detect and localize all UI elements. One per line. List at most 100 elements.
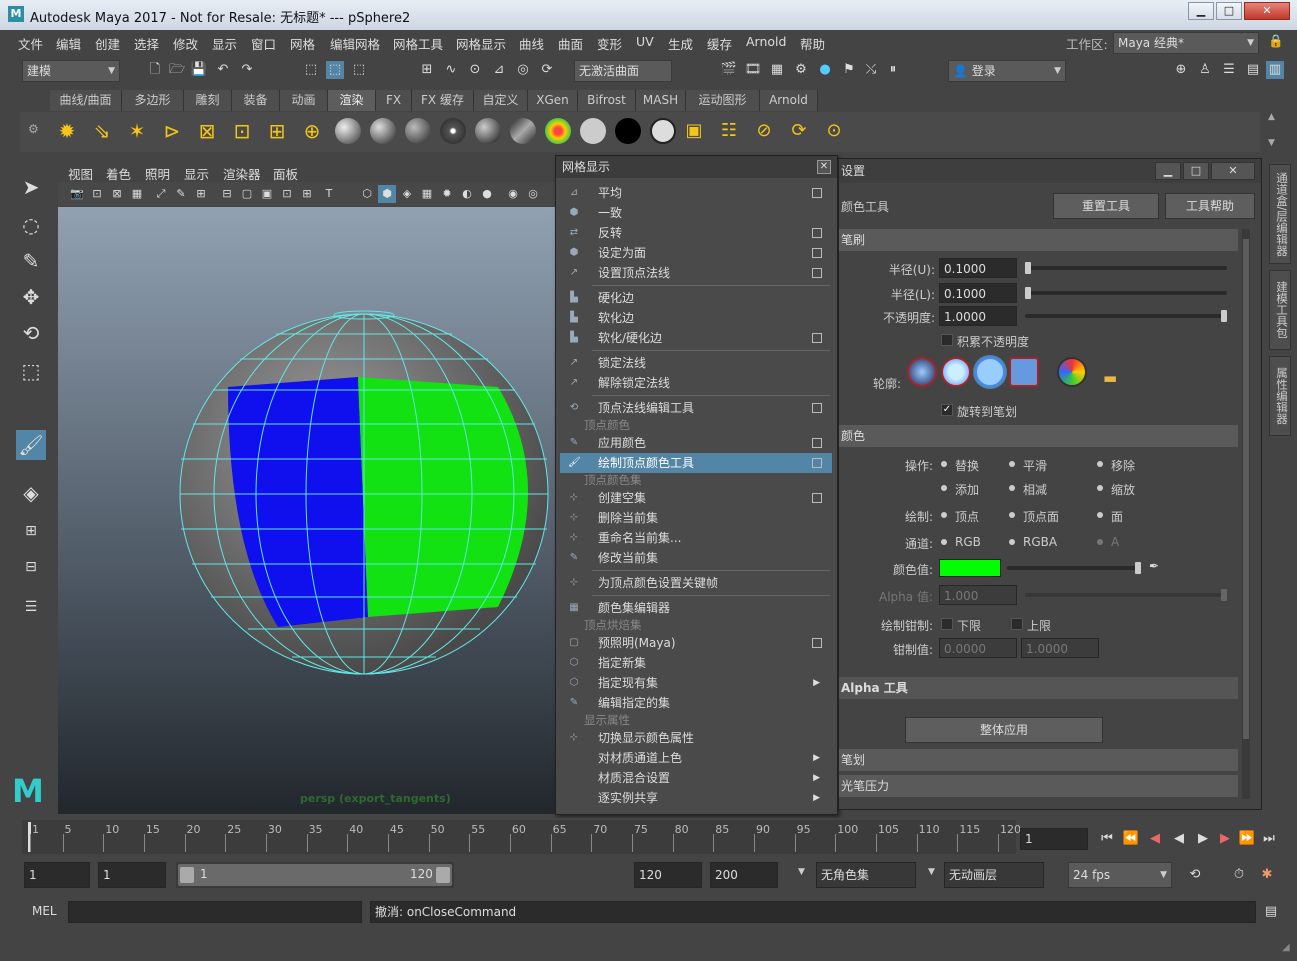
option-box-icon[interactable]: [812, 403, 822, 413]
menu-item-color-set-editor[interactable]: ▦ 颜色集编辑器: [560, 598, 832, 618]
character-controls-icon[interactable]: ♙: [1196, 61, 1214, 79]
ipr-render-icon[interactable]: ▦: [768, 61, 786, 79]
step-back-key-icon[interactable]: ⏪: [1122, 830, 1140, 848]
panel-menu-panels[interactable]: 面板: [273, 164, 298, 183]
xray-icon[interactable]: ◎: [524, 185, 542, 203]
tab-motion-graphics[interactable]: 运动图形: [686, 90, 760, 111]
minimize-icon[interactable]: ▁: [1155, 162, 1181, 180]
panel-menu-shading[interactable]: 着色: [106, 164, 131, 183]
profile-square-icon[interactable]: [1009, 357, 1039, 387]
go-to-end-icon[interactable]: ⏭: [1260, 830, 1278, 848]
menu-uv[interactable]: UV: [636, 34, 654, 49]
camera-select-icon[interactable]: 📷: [68, 185, 86, 203]
paint-vertex-color-tool-icon[interactable]: 🖌: [16, 430, 46, 460]
menu-windows[interactable]: 窗口: [251, 34, 276, 53]
op-scale-radio[interactable]: 缩放: [1097, 481, 1135, 498]
menu-deform[interactable]: 变形: [597, 34, 622, 53]
op-subtract-radio[interactable]: 相减: [1009, 481, 1047, 498]
clamp-max-field[interactable]: 1.0000: [1021, 638, 1099, 658]
shelf-settings-icon[interactable]: ⚙: [28, 122, 39, 136]
film-gate-icon[interactable]: ⊟: [218, 185, 236, 203]
section-alpha-tool[interactable]: Alpha 工具: [839, 677, 1238, 699]
menuset-dropdown[interactable]: 建模 ▼: [22, 60, 120, 82]
safe-action-icon[interactable]: ⊞: [298, 185, 316, 203]
paint-vertex-radio[interactable]: 顶点: [941, 508, 979, 525]
section-stroke[interactable]: 笔划: [839, 749, 1238, 771]
undo-icon[interactable]: ↶: [214, 61, 232, 79]
spot-light-icon[interactable]: ⊳: [163, 121, 181, 141]
hypershade-icon[interactable]: ●: [816, 61, 834, 79]
login-dropdown[interactable]: 👤 登录 ▼: [948, 60, 1066, 82]
menu-item-unlock-normals[interactable]: ↗ 解除锁定法线: [560, 373, 832, 393]
snap-curve-icon[interactable]: ∿: [442, 61, 460, 79]
folder-icon[interactable]: ▬: [1103, 369, 1117, 387]
menu-item-soften-harden-edge[interactable]: ▙ 软化/硬化边: [560, 328, 832, 348]
profile-solid-icon[interactable]: [975, 357, 1005, 387]
menu-item-set-to-face[interactable]: ⬢ 设定为面: [560, 243, 832, 263]
camera-aim-icon[interactable]: ⊕: [303, 121, 321, 141]
menu-surfaces[interactable]: 曲面: [558, 34, 583, 53]
next-key-icon[interactable]: ▶: [1216, 830, 1234, 848]
batch-render-icon[interactable]: ⟳: [790, 122, 808, 140]
close-icon[interactable]: ✕: [1211, 162, 1255, 180]
select-component-icon[interactable]: ⬚: [350, 61, 368, 79]
move-tool-icon[interactable]: ✥: [16, 282, 46, 312]
gate-mask-icon[interactable]: ▣: [258, 185, 276, 203]
playback-end-field[interactable]: 120: [634, 862, 702, 888]
animation-end-field[interactable]: 200: [710, 862, 778, 888]
slider-handle[interactable]: [1221, 589, 1227, 601]
menu-item-key-vertex-color[interactable]: ⊹ 为顶点颜色设置关键帧: [560, 573, 832, 593]
panel-menu-renderer[interactable]: 渲染器: [223, 164, 261, 183]
option-box-icon[interactable]: [812, 188, 822, 198]
menu-item-apply-color[interactable]: ✎ 应用颜色: [560, 433, 832, 453]
grease-pencil-icon[interactable]: ✎: [172, 185, 190, 203]
option-box-icon[interactable]: [812, 268, 822, 278]
ai-shadow-icon[interactable]: [615, 118, 641, 144]
slider-handle[interactable]: [1025, 262, 1031, 274]
panel-menu-lighting[interactable]: 照明: [145, 164, 170, 183]
menu-item-vertex-normal-edit-tool[interactable]: ⟲ 顶点法线编辑工具: [560, 398, 832, 418]
fps-dropdown[interactable]: 24 fps ▼: [1068, 862, 1172, 888]
menu-cache[interactable]: 缓存: [707, 34, 732, 53]
menu-mesh-tools[interactable]: 网格工具: [393, 34, 443, 53]
tab-bifrost[interactable]: Bifrost: [578, 90, 636, 111]
menu-item-conform[interactable]: ⬢ 一致: [560, 203, 832, 223]
slider-handle[interactable]: [1025, 287, 1031, 299]
wire-on-shaded-icon[interactable]: ◈: [398, 185, 416, 203]
directional-light-icon[interactable]: ⇘: [93, 121, 111, 141]
option-box-icon[interactable]: [812, 638, 822, 648]
go-to-start-icon[interactable]: ⏮: [1098, 830, 1116, 848]
menu-item-harden-edge[interactable]: ▙ 硬化边: [560, 288, 832, 308]
option-box-icon[interactable]: [812, 228, 822, 238]
color-value-slider[interactable]: [1007, 562, 1141, 574]
lock-icon[interactable]: 🔒: [1268, 33, 1284, 49]
textured-icon[interactable]: ▦: [418, 185, 436, 203]
clamp-lower-checkbox[interactable]: [941, 618, 953, 630]
option-box-icon[interactable]: [812, 333, 822, 343]
point-light-icon[interactable]: ✹: [58, 121, 76, 141]
eyedropper-icon[interactable]: ✒: [1149, 559, 1159, 573]
menu-item-average[interactable]: ⊿ 平均: [560, 183, 832, 203]
time-slider[interactable]: 1 5 10 15 20 25 30 35 40 45 50 55 60 65 70 75 80 85 90 95 10…: [0, 818, 1297, 856]
step-forward-icon[interactable]: ⏩: [1238, 830, 1256, 848]
area-light-icon[interactable]: ⊠: [198, 121, 216, 141]
menu-item-reverse[interactable]: ⇄ 反转: [560, 223, 832, 243]
menu-edit-mesh[interactable]: 编辑网格: [330, 34, 380, 53]
profile-soft-icon[interactable]: [941, 357, 971, 387]
play-back-icon[interactable]: ◀: [1170, 830, 1188, 848]
chevron-down-icon[interactable]: ▼: [798, 867, 805, 877]
accumulate-opacity-checkbox[interactable]: [941, 334, 953, 346]
menu-display[interactable]: 显示: [212, 34, 237, 53]
scale-tool-icon[interactable]: ⬚: [16, 356, 46, 386]
save-scene-icon[interactable]: 💾: [190, 61, 208, 79]
ramp-shader-icon[interactable]: [545, 118, 571, 144]
shelf-scroll-up-icon[interactable]: ▲: [1268, 112, 1275, 122]
menu-item-paint-vertex-color-tool[interactable]: 🖌 绘制顶点颜色工具: [560, 453, 832, 473]
anisotropic-material-icon[interactable]: [510, 118, 536, 144]
op-remove-radio[interactable]: 移除: [1097, 457, 1135, 474]
menu-modify[interactable]: 修改: [173, 34, 198, 53]
tab-rendering[interactable]: 渲染: [328, 90, 376, 111]
slider-handle[interactable]: [1135, 562, 1141, 574]
menu-item-color-material-channel[interactable]: 对材质通道上色 ▶: [560, 748, 832, 768]
range-end-grip-icon[interactable]: [436, 867, 450, 883]
